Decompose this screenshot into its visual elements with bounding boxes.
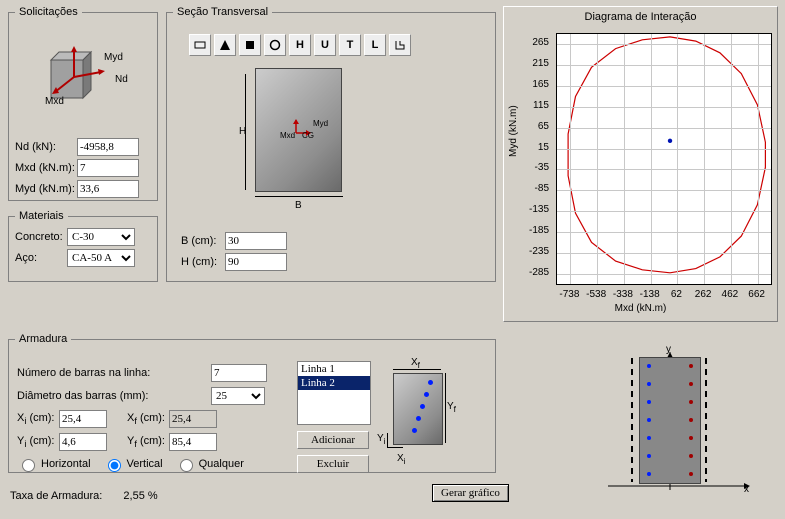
sketch-yi: Yi — [377, 433, 386, 446]
shape-rect-icon[interactable] — [189, 34, 211, 56]
y-tick: -285 — [515, 267, 549, 278]
chart-panel: Diagrama de Interação Myd (kN.m) Mxd (kN… — [503, 6, 778, 322]
radio-vertical[interactable]: Vertical — [103, 456, 163, 472]
cube-mxd-label: Mxd — [45, 96, 64, 107]
section-sketch: Myd Mxd CG — [255, 68, 342, 192]
solicitacoes-panel: Solicitações Myd Nd Mxd Nd (kN): Mxd (kN… — [8, 6, 158, 201]
sketch-myd: Myd — [313, 119, 328, 128]
shape-circle-icon[interactable] — [264, 34, 286, 56]
armadura-legend: Armadura — [15, 333, 71, 345]
sketch-cg: CG — [302, 131, 314, 140]
shape-h-icon[interactable]: H — [289, 34, 311, 56]
b-input[interactable] — [225, 232, 287, 250]
yf-label: Yf (cm): — [127, 435, 165, 449]
shape-triangle-icon[interactable] — [214, 34, 236, 56]
shape-t-icon[interactable]: T — [339, 34, 361, 56]
adicionar-button[interactable]: Adicionar — [297, 431, 369, 449]
excluir-button[interactable]: Excluir — [297, 455, 369, 473]
armadura-sketch: Xf Yf Yi Xi — [383, 355, 458, 460]
mxd-label: Mxd (kN.m): — [15, 162, 73, 174]
y-tick: 215 — [515, 58, 549, 69]
sketch-mxd: Mxd — [280, 131, 295, 140]
myd-label: Myd (kN.m): — [15, 183, 73, 195]
rebar-layout-panel: y x — [594, 352, 754, 497]
y-tick: -85 — [515, 183, 549, 194]
cube-myd-label: Myd — [104, 52, 123, 63]
shape-angle-icon[interactable] — [389, 34, 411, 56]
y-tick: 265 — [515, 37, 549, 48]
y-tick: -35 — [515, 162, 549, 173]
numero-input[interactable] — [211, 364, 267, 382]
diametro-label: Diâmetro das barras (mm): — [17, 390, 207, 402]
y-tick: 15 — [515, 142, 549, 153]
y-tick: 165 — [515, 79, 549, 90]
x-tick: -738 — [555, 289, 583, 300]
rebar-section — [639, 357, 701, 484]
h-input[interactable] — [225, 253, 287, 271]
taxa-label: Taxa de Armadura: — [10, 490, 102, 502]
nd-input[interactable] — [77, 138, 139, 156]
radio-horizontal[interactable]: Horizontal — [17, 456, 91, 472]
x-tick: 62 — [662, 289, 690, 300]
secao-legend: Seção Transversal — [173, 6, 272, 18]
radio-qualquer[interactable]: Qualquer — [175, 456, 244, 472]
aco-label: Aço: — [15, 252, 63, 264]
xi-label: Xi (cm): — [17, 412, 55, 426]
x-tick: 262 — [689, 289, 717, 300]
y-tick: 115 — [515, 100, 549, 111]
cube-nd-label: Nd — [115, 74, 128, 85]
x-tick: -538 — [582, 289, 610, 300]
xf-input[interactable] — [169, 410, 217, 428]
x-tick: -338 — [609, 289, 637, 300]
concreto-select[interactable]: C-30 — [67, 228, 135, 246]
gerar-grafico-button[interactable]: Gerar gráfico — [432, 484, 509, 502]
mxd-input[interactable] — [77, 159, 139, 177]
sketch-B: B — [295, 200, 302, 211]
armadura-panel: Armadura Número de barras na linha: Diâm… — [8, 333, 496, 473]
h-label: H (cm): — [181, 256, 221, 268]
x-axis-label: Mxd (kN.m) — [504, 303, 777, 314]
taxa-value: 2,55 % — [123, 490, 157, 502]
yf-input[interactable] — [169, 433, 217, 451]
solicitacoes-legend: Solicitações — [15, 6, 82, 18]
taxa-row: Taxa de Armadura: 2,55 % — [10, 490, 158, 502]
secao-panel: Seção Transversal H U T L Myd Mxd CG H B… — [166, 6, 496, 282]
y-tick: -185 — [515, 225, 549, 236]
x-tick: 462 — [716, 289, 744, 300]
shape-square-icon[interactable] — [239, 34, 261, 56]
list-item[interactable]: Linha 1 — [298, 362, 370, 376]
y-tick: -135 — [515, 204, 549, 215]
yi-input[interactable] — [59, 433, 107, 451]
xi-input[interactable] — [59, 410, 107, 428]
myd-input[interactable] — [77, 180, 139, 198]
x-tick: 662 — [743, 289, 771, 300]
diametro-select[interactable]: 25 — [211, 387, 265, 405]
chart-title: Diagrama de Interação — [504, 7, 777, 25]
x-tick: -138 — [636, 289, 664, 300]
nd-label: Nd (kN): — [15, 141, 73, 153]
sketch-xi: Xi — [397, 453, 406, 466]
aco-select[interactable]: CA-50 A — [67, 249, 135, 267]
shape-u-icon[interactable]: U — [314, 34, 336, 56]
shape-l-icon[interactable]: L — [364, 34, 386, 56]
shape-toolbar: H U T L — [189, 34, 411, 56]
materiais-panel: Materiais Concreto: C-30 Aço: CA-50 A — [8, 210, 158, 282]
linhas-listbox[interactable]: Linha 1 Linha 2 — [297, 361, 371, 425]
xf-label: Xf (cm): — [127, 412, 165, 426]
chart-plot-area — [556, 33, 772, 285]
y-tick: 65 — [515, 121, 549, 132]
b-label: B (cm): — [181, 235, 221, 247]
solicitacoes-cube: Myd Nd Mxd — [49, 46, 109, 104]
list-item[interactable]: Linha 2 — [298, 376, 370, 390]
sketch-yf: Yf — [447, 401, 456, 414]
yi-label: Yi (cm): — [17, 435, 55, 449]
concreto-label: Concreto: — [15, 231, 63, 243]
materiais-legend: Materiais — [15, 210, 68, 222]
y-tick: -235 — [515, 246, 549, 257]
numero-label: Número de barras na linha: — [17, 367, 207, 379]
